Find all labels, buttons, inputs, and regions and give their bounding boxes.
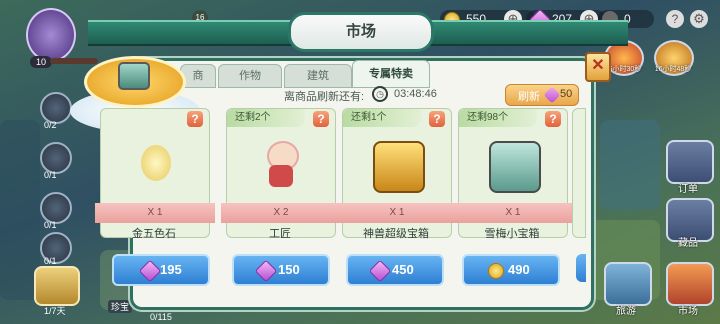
calendar-button[interactable] bbox=[34, 266, 80, 306]
treasure-progress: 0/115 bbox=[150, 312, 172, 322]
travel-label: 旅游 bbox=[616, 306, 636, 317]
calendar-count: 1/7天 bbox=[44, 306, 66, 316]
item-card-4[interactable]: 还剩98个 ? X 1 bbox=[453, 108, 573, 238]
price-4: 490 bbox=[508, 262, 530, 277]
remaining-badge: 还剩98个 bbox=[459, 109, 537, 127]
tab-buildings[interactable]: 建筑 bbox=[284, 64, 352, 88]
info-button[interactable]: ? bbox=[429, 111, 445, 127]
left-task-4-count: 0/1 bbox=[44, 256, 57, 266]
market-banner: 市场 bbox=[88, 6, 628, 52]
buy-button-2[interactable]: 150 bbox=[232, 254, 330, 286]
player-level-badge: 10 bbox=[30, 56, 52, 68]
market-label: 市场 bbox=[678, 306, 698, 317]
chest-icon bbox=[118, 62, 150, 90]
golden-chest-icon bbox=[373, 141, 425, 193]
refresh-button-label: 刷新 bbox=[518, 91, 540, 103]
craftsman-icon bbox=[257, 141, 305, 189]
buy-button-4[interactable]: 490 bbox=[462, 254, 560, 286]
refresh-cost: 50 bbox=[560, 88, 573, 100]
quantity-ribbon: X 1 bbox=[95, 203, 215, 223]
item-card-1[interactable]: ? X 1 bbox=[95, 108, 215, 238]
coin-icon bbox=[488, 263, 504, 279]
left-task-3-count: 0/1 bbox=[44, 220, 57, 230]
refresh-label: 离商品刷新还有: bbox=[284, 91, 365, 103]
tab-crops[interactable]: 作物 bbox=[218, 64, 282, 88]
settings-gear-icon[interactable]: ⚙ bbox=[690, 10, 708, 28]
price-3: 450 bbox=[392, 262, 414, 277]
gem-icon bbox=[543, 86, 561, 104]
item-name-2: 工匠 bbox=[269, 228, 291, 240]
info-button[interactable]: ? bbox=[545, 111, 561, 127]
five-color-stone-icon bbox=[141, 145, 171, 181]
treasure-label: 珍宝 bbox=[108, 300, 133, 313]
player-avatar[interactable] bbox=[26, 8, 76, 62]
remaining-badge: 还剩1个 bbox=[343, 109, 421, 127]
event-timer-2: 16小时48秒 bbox=[654, 66, 692, 73]
jade-chest-icon bbox=[489, 141, 541, 193]
item-name-4: 雪梅小宝箱 bbox=[484, 228, 540, 240]
orders-button[interactable] bbox=[666, 140, 714, 184]
quantity-ribbon: X 2 bbox=[221, 203, 341, 223]
tab-exclusive-sale[interactable]: 专属特卖 bbox=[352, 60, 430, 88]
info-button[interactable]: ? bbox=[187, 111, 203, 127]
close-button[interactable]: ✕ bbox=[585, 52, 611, 82]
travel-button[interactable] bbox=[604, 262, 652, 306]
gem-icon bbox=[138, 259, 162, 283]
price-1: 195 bbox=[160, 262, 182, 277]
refresh-countdown: 03:48:46 bbox=[394, 88, 437, 100]
left-task-2-count: 0/1 bbox=[44, 170, 57, 180]
orders-label: 订单 bbox=[678, 184, 698, 195]
refresh-button[interactable]: 刷新 50 bbox=[505, 84, 579, 106]
help-button[interactable]: ? bbox=[666, 10, 684, 28]
remaining-badge: 还剩2个 bbox=[227, 109, 305, 127]
gem-icon bbox=[254, 259, 278, 283]
next-price-edge bbox=[576, 254, 586, 282]
quantity-ribbon: X 1 bbox=[453, 203, 573, 223]
left-task-1-count: 0/2 bbox=[44, 120, 57, 130]
price-2: 150 bbox=[278, 262, 300, 277]
collection-label: 藏品 bbox=[678, 238, 698, 249]
info-button[interactable]: ? bbox=[313, 111, 329, 127]
next-card-edge bbox=[572, 108, 586, 238]
gem-icon bbox=[368, 259, 392, 283]
clock-icon: ◷ bbox=[372, 86, 388, 102]
quantity-ribbon: X 1 bbox=[337, 203, 457, 223]
market-title: 市场 bbox=[288, 12, 434, 52]
item-name-3: 神兽超级宝箱 bbox=[363, 228, 429, 240]
item-card-2[interactable]: 还剩2个 ? X 2 bbox=[221, 108, 341, 238]
item-card-3[interactable]: 还剩1个 ? X 1 bbox=[337, 108, 457, 238]
item-name-1: 金五色石 bbox=[132, 228, 176, 240]
buy-button-3[interactable]: 450 bbox=[346, 254, 444, 286]
market-button[interactable] bbox=[666, 262, 714, 306]
buy-button-1[interactable]: 195 bbox=[112, 254, 210, 286]
